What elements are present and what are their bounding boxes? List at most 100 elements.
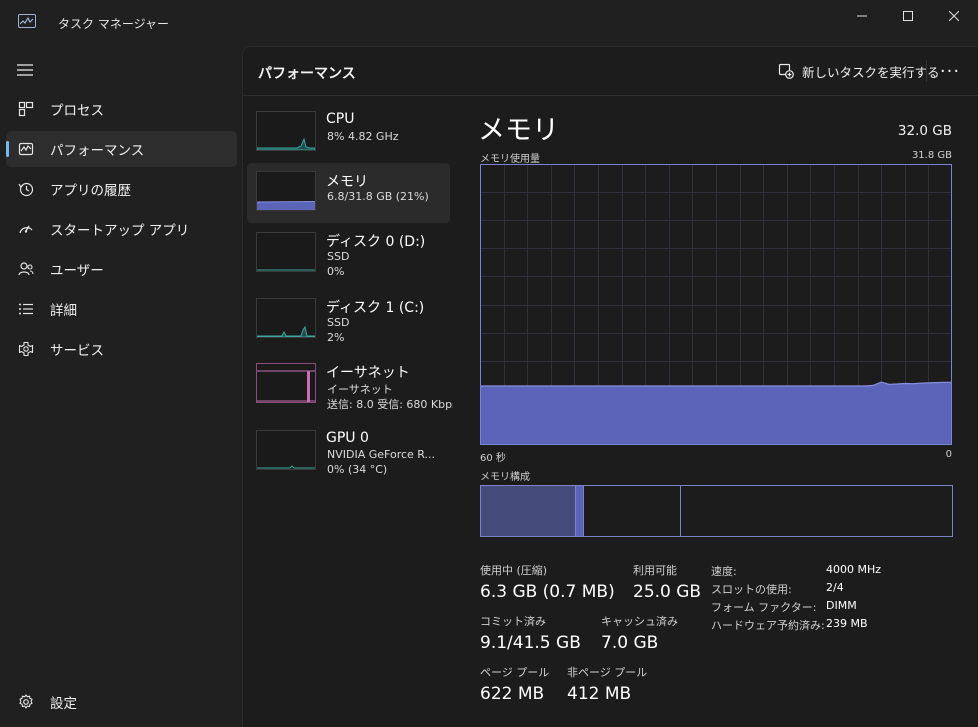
- paged-pool-value: 622 MB: [480, 684, 545, 704]
- run-new-task-button[interactable]: 新しいタスクを実行する: [770, 56, 948, 86]
- device-name: CPU: [326, 111, 355, 127]
- sidebar-item-label: ユーザー: [50, 263, 104, 279]
- memory-usage-label: メモリ使用量: [480, 154, 540, 165]
- users-icon: [18, 261, 34, 277]
- device-item-gpu[interactable]: GPU 0 NVIDIA GeForce R... 0% (34 °C): [247, 422, 450, 482]
- run-new-task-label: 新しいタスクを実行する: [802, 64, 940, 80]
- details-icon: [18, 301, 34, 317]
- hamburger-menu-button[interactable]: [17, 62, 33, 76]
- more-options-button[interactable]: ···: [930, 56, 970, 86]
- processes-icon: [18, 101, 34, 117]
- slots-used-label: スロットの使用:: [711, 583, 792, 596]
- task-manager-app-icon: [18, 14, 36, 28]
- speed-label: 速度:: [711, 565, 737, 578]
- hardware-reserved-value: 239 MB: [826, 617, 868, 630]
- available-label: 利用可能: [633, 564, 677, 577]
- maximize-button[interactable]: [885, 0, 931, 32]
- settings-label: 設定: [50, 696, 77, 712]
- sidebar-item-details[interactable]: 詳細: [6, 291, 237, 327]
- sidebar-item-settings[interactable]: 設定: [6, 684, 237, 720]
- paged-pool-label: ページ プール: [480, 666, 550, 679]
- sidebar-item-app-history[interactable]: アプリの履歴: [6, 171, 237, 207]
- device-stat: 0% (34 °C): [327, 463, 388, 476]
- device-model: NVIDIA GeForce R...: [327, 448, 436, 461]
- sidebar-item-performance[interactable]: パフォーマンス: [6, 131, 237, 167]
- in-use-label: 使用中 (圧縮): [480, 564, 548, 577]
- sidebar-item-label: スタートアップ アプリ: [50, 223, 190, 239]
- device-item-disk-1[interactable]: ディスク 1 (C:) SSD 2%: [247, 290, 450, 350]
- memory-usage-area: [480, 382, 952, 445]
- sidebar-item-services[interactable]: サービス: [6, 331, 237, 367]
- committed-value: 9.1/41.5 GB: [480, 633, 581, 653]
- device-name: ディスク 1 (C:): [326, 300, 425, 316]
- minimize-icon: [857, 15, 867, 17]
- in-use-value: 6.3 GB (0.7 MB): [480, 582, 615, 602]
- device-stat: 2%: [327, 331, 345, 344]
- device-item-disk-0[interactable]: ディスク 0 (D:) SSD 0%: [247, 224, 450, 284]
- device-name: イーサネット: [326, 365, 410, 381]
- time-axis-end: 0: [945, 449, 952, 460]
- memory-title: メモリ: [478, 115, 559, 146]
- app-history-icon: [18, 181, 34, 197]
- time-axis-start: 60 秒: [480, 453, 506, 464]
- sidebar-item-label: 詳細: [50, 303, 77, 319]
- page-title: パフォーマンス: [258, 66, 356, 82]
- slots-used-value: 2/4: [826, 581, 844, 594]
- close-button[interactable]: [931, 0, 977, 32]
- device-name: ディスク 0 (D:): [326, 234, 426, 250]
- device-item-memory[interactable]: メモリ 6.8/31.8 GB (21%): [247, 163, 450, 223]
- startup-icon: [18, 221, 34, 237]
- composition-free[interactable]: [680, 486, 953, 536]
- device-type: SSD: [327, 316, 350, 329]
- sidebar-item-label: アプリの履歴: [50, 183, 131, 199]
- composition-in-use[interactable]: [481, 486, 575, 536]
- minimize-button[interactable]: [839, 0, 885, 32]
- new-task-icon: [778, 63, 794, 79]
- memory-thumbnail-graph: [256, 171, 316, 211]
- window-title: タスク マネージャー: [58, 17, 169, 31]
- performance-icon: [18, 141, 34, 157]
- memory-usage-max: 31.8 GB: [911, 150, 952, 161]
- toolbar-divider: [926, 60, 927, 82]
- nonpaged-pool-label: 非ページ プール: [567, 666, 648, 679]
- speed-value: 4000 MHz: [826, 563, 882, 576]
- memory-composition-label: メモリ構成: [480, 472, 530, 483]
- header-divider: [243, 95, 978, 96]
- maximize-icon: [903, 11, 913, 21]
- device-name: メモリ: [326, 174, 368, 190]
- nonpaged-pool-value: 412 MB: [567, 684, 632, 704]
- memory-usage-graph: [480, 164, 952, 445]
- committed-label: コミット済み: [480, 615, 546, 628]
- device-type: SSD: [327, 250, 350, 263]
- device-stat: 6.8/31.8 GB (21%): [327, 190, 429, 203]
- device-stat: 送信: 8.0 受信: 680 Kbps: [327, 398, 453, 411]
- sidebar-item-startup-apps[interactable]: スタートアップ アプリ: [6, 211, 237, 247]
- disk-1-thumbnail-graph: [256, 298, 316, 338]
- form-factor-label: フォーム ファクター:: [711, 601, 817, 614]
- memory-total: 32.0 GB: [897, 123, 952, 139]
- sidebar-item-users[interactable]: ユーザー: [6, 251, 237, 287]
- memory-composition-bar: [480, 485, 953, 537]
- services-icon: [18, 341, 34, 357]
- hardware-reserved-label: ハードウェア予約済み:: [711, 619, 825, 632]
- device-item-cpu[interactable]: CPU 8% 4.82 GHz: [247, 103, 450, 163]
- composition-standby[interactable]: [583, 486, 681, 536]
- cpu-thumbnail-graph: [256, 111, 316, 151]
- gpu-thumbnail-graph: [256, 430, 316, 470]
- gear-icon: [18, 694, 34, 710]
- sidebar-item-label: パフォーマンス: [50, 143, 145, 159]
- sidebar-item-processes[interactable]: プロセス: [6, 91, 237, 127]
- device-adapter: イーサネット: [327, 383, 393, 396]
- form-factor-value: DIMM: [826, 599, 857, 612]
- device-stat: 8% 4.82 GHz: [327, 130, 399, 143]
- device-item-ethernet[interactable]: イーサネット イーサネット 送信: 8.0 受信: 680 Kbps: [247, 355, 453, 415]
- disk-0-thumbnail-graph: [256, 232, 316, 272]
- device-stat: 0%: [327, 265, 345, 278]
- sidebar-item-label: サービス: [50, 343, 104, 359]
- sidebar-item-label: プロセス: [50, 103, 104, 119]
- available-value: 25.0 GB: [633, 582, 702, 602]
- device-name: GPU 0: [326, 430, 369, 446]
- more-icon: ···: [939, 60, 961, 82]
- cached-value: 7.0 GB: [601, 633, 659, 653]
- ethernet-thumbnail-graph: [256, 363, 316, 403]
